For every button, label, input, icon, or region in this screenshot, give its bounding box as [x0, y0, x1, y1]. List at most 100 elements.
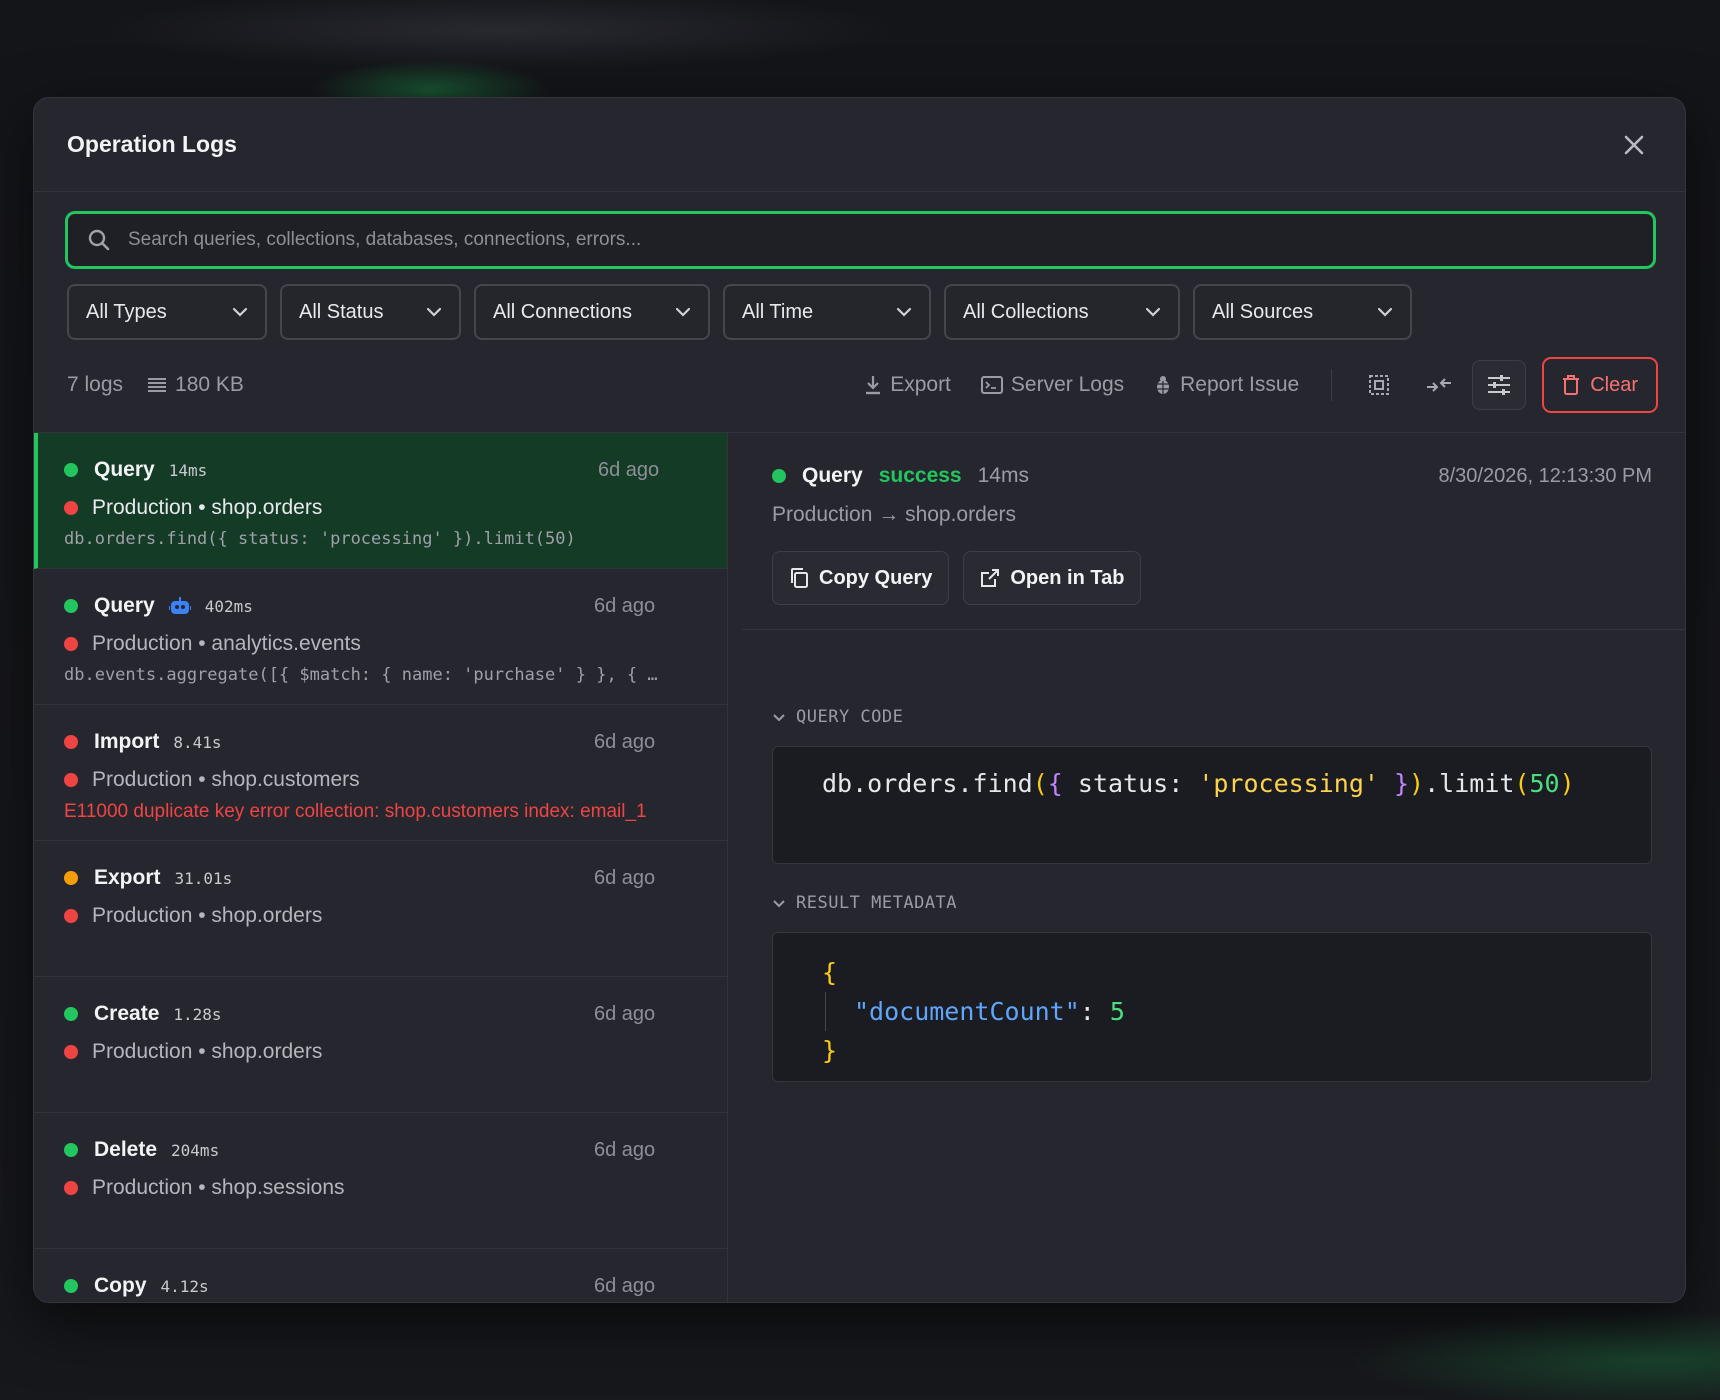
chevron-down-icon [426, 307, 442, 317]
filter-collections[interactable]: All Collections [944, 284, 1180, 340]
connection-dot [64, 1181, 78, 1195]
filter-label: All Sources [1212, 300, 1314, 323]
log-item[interactable]: Query 14ms 6d ago Production • shop.orders d… [34, 433, 727, 569]
filter-connections[interactable]: All Connections [474, 284, 710, 340]
status-dot [64, 599, 78, 613]
filter-label: All Connections [493, 300, 632, 323]
report-issue-button[interactable]: Report Issue [1142, 373, 1311, 397]
copy-query-button[interactable]: Copy Query [772, 551, 950, 605]
log-count: 7 logs [67, 373, 124, 396]
code-token: } [1378, 769, 1410, 798]
result-metadata-label: RESULT METADATA [796, 893, 958, 913]
connection-dot [64, 501, 78, 515]
server-logs-label: Server Logs [1010, 373, 1125, 396]
filter-settings-button[interactable] [1472, 360, 1527, 410]
detail-path: Production → shop.orders [772, 503, 1016, 526]
detail-status: success [878, 464, 962, 487]
connection-label: Production • analytics.events [92, 632, 361, 655]
filter-label: All Status [299, 300, 384, 323]
query-code-toggle[interactable]: QUERY CODE [772, 707, 903, 727]
operation-type: Query [94, 594, 155, 617]
status-dot [64, 463, 78, 477]
log-list: Query 14ms 6d ago Production • shop.orders d… [34, 433, 728, 1302]
code-token: ) [1559, 769, 1575, 798]
open-in-tab-button[interactable]: Open in Tab [963, 551, 1142, 605]
status-dot [772, 469, 786, 483]
connection-dot [64, 909, 78, 923]
collapse-icon [1427, 378, 1452, 392]
collapse-button[interactable] [1412, 360, 1466, 410]
status-dot [64, 1007, 78, 1021]
expand-all-button[interactable] [1352, 360, 1406, 410]
server-logs-button[interactable]: Server Logs [969, 373, 1136, 397]
connection-label: Production • shop.orders [92, 496, 323, 519]
relative-time: 6d ago [594, 867, 656, 889]
bug-icon [1155, 376, 1172, 394]
trash-icon [1563, 375, 1580, 395]
code-token: db.orders.find [822, 769, 1033, 798]
log-item[interactable]: Import 8.41s 6d ago Production • shop.custo… [34, 705, 727, 841]
status-dot [64, 871, 78, 885]
search-icon [88, 229, 110, 251]
error-message: E11000 duplicate key error collection: s… [64, 801, 647, 822]
close-button[interactable] [1616, 127, 1652, 163]
result-metadata-toggle[interactable]: RESULT METADATA [772, 893, 957, 913]
log-item-connection: Production • shop.sessions [64, 1175, 727, 1201]
code-token: ) [1409, 769, 1425, 798]
filter-label: All Collections [963, 300, 1089, 323]
detail-type: Query [802, 464, 863, 487]
relative-time: 6d ago [594, 1003, 656, 1025]
filter-sources[interactable]: All Sources [1193, 284, 1412, 340]
json-brace: } [822, 1036, 838, 1065]
open-in-tab-label: Open in Tab [1010, 566, 1125, 589]
log-item-connection: Production • shop.orders [64, 1039, 727, 1065]
code-token: ( [1032, 769, 1048, 798]
filter-status[interactable]: All Status [280, 284, 461, 340]
relative-time: 6d ago [594, 1139, 656, 1161]
search-box[interactable] [65, 211, 1656, 269]
copy-icon [791, 568, 808, 588]
operation-type: Delete [94, 1138, 158, 1161]
filter-label: All Time [742, 300, 814, 323]
json-open-line: { [822, 953, 1651, 992]
toolbar-divider [1331, 369, 1333, 401]
operation-duration: 4.12s [160, 1276, 209, 1296]
sliders-icon [1488, 375, 1511, 395]
query-code-block: db.orders.find({ status: 'processing' })… [772, 746, 1652, 864]
operation-duration: 31.01s [174, 868, 233, 888]
export-button[interactable]: Export [852, 373, 963, 397]
filter-types[interactable]: All Types [67, 284, 267, 340]
clear-button[interactable]: Clear [1542, 357, 1658, 413]
log-item-connection: Production • shop.customers [64, 767, 727, 793]
chevron-down-icon [773, 713, 785, 721]
result-metadata-block: { "documentCount": 5 } [772, 932, 1652, 1082]
operation-type: Create [94, 1002, 160, 1025]
search-input[interactable] [128, 229, 1633, 251]
json-colon: : [1079, 997, 1110, 1026]
terminal-icon [980, 376, 1003, 394]
log-item-connection: Production • shop.orders [64, 903, 727, 929]
log-item[interactable]: Copy 4.12s 6d ago [34, 1249, 727, 1302]
filter-time[interactable]: All Time [723, 284, 931, 340]
toolbar-actions: Export Server Logs Report Issue Clear [852, 357, 1658, 413]
filter-label: All Types [86, 300, 167, 323]
chevron-down-icon [1145, 307, 1161, 317]
connection-label: Production • shop.orders [92, 904, 323, 927]
log-item[interactable]: Query 402ms 6d ago Production • analytics.e… [34, 569, 727, 705]
relative-time: 6d ago [594, 731, 656, 753]
connection-dot [64, 1045, 78, 1059]
log-item[interactable]: Create 1.28s 6d ago Production • shop.order… [34, 977, 727, 1113]
connection-label: Production • shop.customers [92, 768, 360, 791]
log-item[interactable]: Export 31.01s 6d ago Production • shop.orde… [34, 841, 727, 977]
status-dot [64, 1143, 78, 1157]
code-token: 50 [1529, 769, 1560, 798]
modal-title: Operation Logs [67, 131, 237, 157]
relative-time: 6d ago [594, 1275, 656, 1297]
detail-duration: 14ms [977, 464, 1029, 487]
connection-dot [64, 773, 78, 787]
operation-duration: 1.28s [173, 1004, 222, 1024]
chevron-down-icon [1377, 307, 1393, 317]
log-item[interactable]: Delete 204ms 6d ago Production • shop.sessi… [34, 1113, 727, 1249]
close-icon [1624, 135, 1644, 154]
ai-bot-icon [168, 596, 191, 616]
